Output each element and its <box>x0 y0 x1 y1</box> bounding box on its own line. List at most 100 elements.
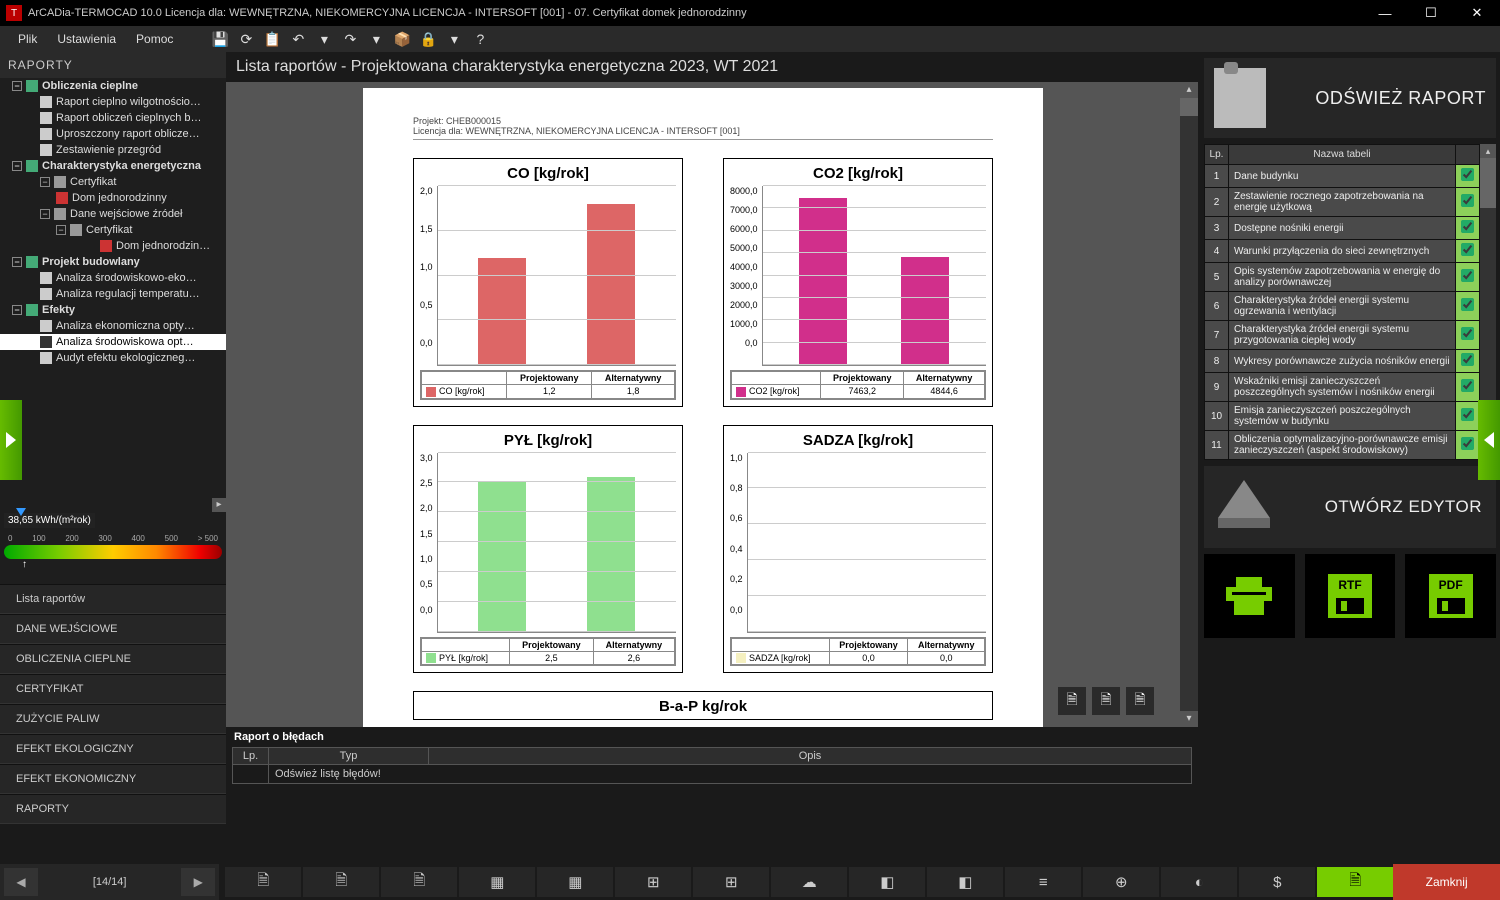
tool-14[interactable]: $ <box>1239 867 1315 897</box>
help-icon[interactable]: ? <box>469 28 491 50</box>
row-checkbox[interactable] <box>1461 379 1474 392</box>
export-pdf-button[interactable]: PDF <box>1405 554 1496 638</box>
tree-node-projekt[interactable]: −Projekt budowlany <box>0 254 226 270</box>
close-window-button[interactable]: ✕ <box>1454 0 1500 26</box>
print-button[interactable] <box>1204 554 1295 638</box>
row-checkbox[interactable] <box>1461 353 1474 366</box>
report-v-scrollbar[interactable]: ▴▾ <box>1180 82 1198 727</box>
tree-node[interactable]: Zestawienie przegród <box>0 142 226 158</box>
tree-node[interactable]: −Certyfikat <box>0 174 226 190</box>
table-row[interactable]: 5Opis systemów zapotrzebowania w energię… <box>1205 263 1480 292</box>
close-button[interactable]: Zamknij <box>1393 864 1500 900</box>
export-doc3-icon[interactable]: 🗎 <box>1126 687 1154 715</box>
nav-item[interactable]: OBLICZENIA CIEPLNE <box>0 644 226 674</box>
table-row[interactable]: 4Warunki przyłączenia do sieci zewnętrzn… <box>1205 240 1480 263</box>
table-row[interactable]: 3Dostępne nośniki energii <box>1205 217 1480 240</box>
table-row[interactable]: 11Obliczenia optymalizacyjno-porównawcze… <box>1205 431 1480 460</box>
minimize-button[interactable]: — <box>1362 0 1408 26</box>
tool-1[interactable]: 🗎 <box>225 867 301 897</box>
copy-icon[interactable]: 📋 <box>261 28 283 50</box>
edge-tab-right[interactable] <box>1478 400 1500 480</box>
tool-13[interactable]: ◐ <box>1161 867 1237 897</box>
tool-5[interactable]: ▦ <box>537 867 613 897</box>
row-checkbox[interactable] <box>1461 168 1474 181</box>
page-next-button[interactable]: ▶ <box>181 868 215 896</box>
table-row[interactable]: 6Charakterystyka źródeł energii systemu … <box>1205 292 1480 321</box>
tree-node-efekty[interactable]: −Efekty <box>0 302 226 318</box>
tool-3[interactable]: 🗎 <box>381 867 457 897</box>
tool-11[interactable]: ≡ <box>1005 867 1081 897</box>
tree-node[interactable]: Dom jednorodzinny <box>0 190 226 206</box>
tree-node[interactable]: Audyt efektu ekologiczneg… <box>0 350 226 366</box>
export-doc2-icon[interactable]: 🗎 <box>1092 687 1120 715</box>
row-checkbox[interactable] <box>1461 437 1474 450</box>
report-viewport[interactable]: Projekt: CHEB000015 Licencja dla: WEWNĘT… <box>226 82 1198 727</box>
row-checkbox[interactable] <box>1461 408 1474 421</box>
lock-icon[interactable]: 🔒 <box>417 28 439 50</box>
tree-node[interactable]: Raport cieplno wilgotnościo… <box>0 94 226 110</box>
tree-node-charakt[interactable]: −Charakterystyka energetyczna <box>0 158 226 174</box>
row-checkbox[interactable] <box>1461 298 1474 311</box>
table-row[interactable]: 2Zestawienie rocznego zapotrzebowania na… <box>1205 188 1480 217</box>
table-row[interactable]: 9Wskaźniki emisji zanieczyszczeń poszcze… <box>1205 373 1480 402</box>
nav-item[interactable]: RAPORTY <box>0 794 226 824</box>
tree-node-selected[interactable]: Analiza środowiskowa opt… <box>0 334 226 350</box>
export-rtf-button[interactable]: RTF <box>1305 554 1396 638</box>
tree-node[interactable]: Analiza ekonomiczna opty… <box>0 318 226 334</box>
nav-item[interactable]: DANE WEJŚCIOWE <box>0 614 226 644</box>
menu-settings[interactable]: Ustawienia <box>49 29 124 49</box>
tool-9[interactable]: ◧ <box>849 867 925 897</box>
undo-dropdown-icon[interactable]: ▾ <box>313 28 335 50</box>
tree-node[interactable]: Analiza regulacji temperatu… <box>0 286 226 302</box>
open-editor-button[interactable]: OTWÓRZ EDYTOR <box>1204 466 1496 548</box>
redo-icon[interactable]: ↷ <box>339 28 361 50</box>
page-prev-button[interactable]: ◀ <box>4 868 38 896</box>
refresh-report-button[interactable]: ODŚWIEŻ RAPORT <box>1204 58 1496 138</box>
undo-icon[interactable]: ↶ <box>287 28 309 50</box>
tree-node[interactable]: Analiza środowiskowo-eko… <box>0 270 226 286</box>
tree-node[interactable]: −Certyfikat <box>0 222 226 238</box>
tool-8[interactable]: ☁ <box>771 867 847 897</box>
package-icon[interactable]: 📦 <box>391 28 413 50</box>
nav-item[interactable]: EFEKT EKONOMICZNY <box>0 764 226 794</box>
gauge-arrow-icon: ↑ <box>22 559 222 570</box>
report-tree[interactable]: −Obliczenia cieplne Raport cieplno wilgo… <box>0 78 226 498</box>
tool-4[interactable]: ▦ <box>459 867 535 897</box>
tool-reports-active[interactable]: 🗎 <box>1317 867 1393 897</box>
edge-tab-left[interactable] <box>0 400 22 480</box>
table-row[interactable]: 7Charakterystyka źródeł energii systemu … <box>1205 321 1480 350</box>
nav-item[interactable]: ZUŻYCIE PALIW <box>0 704 226 734</box>
tool-6[interactable]: ⊞ <box>615 867 691 897</box>
save-icon[interactable]: 💾 <box>209 28 231 50</box>
tool-10[interactable]: ◧ <box>927 867 1003 897</box>
tool-7[interactable]: ⊞ <box>693 867 769 897</box>
error-row[interactable]: Odśwież listę błędów! <box>233 765 1192 784</box>
menu-file[interactable]: Plik <box>10 29 45 49</box>
row-checkbox[interactable] <box>1461 220 1474 233</box>
maximize-button[interactable]: ☐ <box>1408 0 1454 26</box>
export-doc-icon[interactable]: 🗎 <box>1058 687 1086 715</box>
refresh-icon[interactable]: ⟳ <box>235 28 257 50</box>
tree-node-obliczenia[interactable]: −Obliczenia cieplne <box>0 78 226 94</box>
chart-box: PYŁ [kg/rok] 3,02,52,01,51,00,50,0 Proje… <box>413 425 683 674</box>
row-checkbox[interactable] <box>1461 194 1474 207</box>
nav-item[interactable]: EFEKT EKOLOGICZNY <box>0 734 226 764</box>
row-checkbox[interactable] <box>1461 327 1474 340</box>
tree-node[interactable]: Raport obliczeń cieplnych b… <box>0 110 226 126</box>
menu-help[interactable]: Pomoc <box>128 29 181 49</box>
row-checkbox[interactable] <box>1461 269 1474 282</box>
table-row[interactable]: 10Emisja zanieczyszczeń poszczególnych s… <box>1205 402 1480 431</box>
row-checkbox[interactable] <box>1461 243 1474 256</box>
table-row[interactable]: 8Wykresy porównawcze zużycia nośników en… <box>1205 350 1480 373</box>
lock-dropdown-icon[interactable]: ▾ <box>443 28 465 50</box>
nav-item[interactable]: CERTYFIKAT <box>0 674 226 704</box>
page-indicator: [14/14] <box>42 876 177 888</box>
tool-12[interactable]: ⊕ <box>1083 867 1159 897</box>
tool-2[interactable]: 🗎 <box>303 867 379 897</box>
tree-node[interactable]: Dom jednorodzin… <box>0 238 226 254</box>
tree-node[interactable]: −Dane wejściowe źródeł <box>0 206 226 222</box>
tree-node[interactable]: Uproszczony raport oblicze… <box>0 126 226 142</box>
redo-dropdown-icon[interactable]: ▾ <box>365 28 387 50</box>
nav-item[interactable]: Lista raportów <box>0 584 226 614</box>
table-row[interactable]: 1Dane budynku <box>1205 165 1480 188</box>
